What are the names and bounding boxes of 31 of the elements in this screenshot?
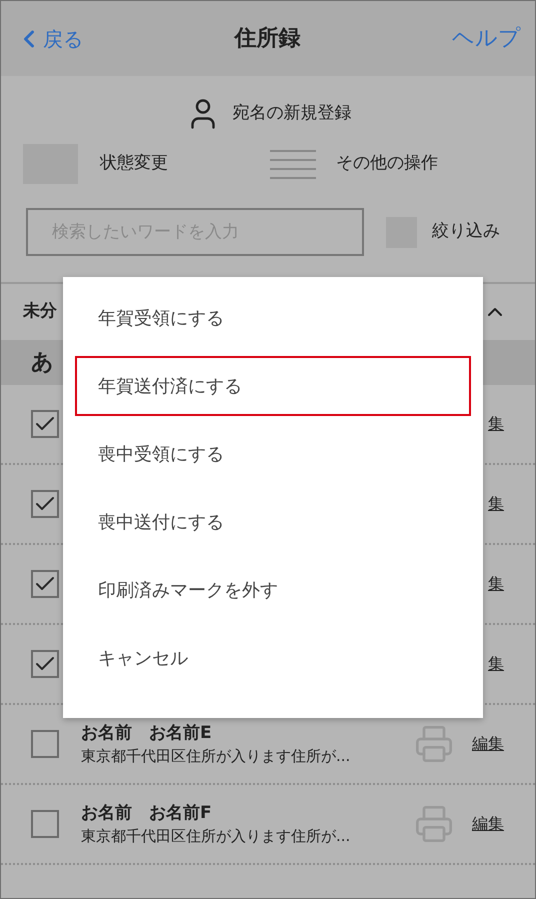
other-actions-button[interactable]: その他の操作 <box>336 151 438 177</box>
edit-link[interactable]: 編集 <box>472 732 504 756</box>
checkbox[interactable] <box>31 410 59 438</box>
contact-address: 東京都千代田区住所が入ります住所が... <box>81 826 352 847</box>
edit-link[interactable]: 集 <box>488 572 504 596</box>
menu-item[interactable]: 喪中送付にする <box>75 492 471 552</box>
edit-link[interactable]: 集 <box>488 652 504 676</box>
edit-link[interactable]: 編集 <box>472 812 504 836</box>
checkbox[interactable] <box>31 730 59 758</box>
contact-name: お名前 お名前E <box>81 722 213 745</box>
edit-link[interactable]: 集 <box>488 412 504 436</box>
contact-name: お名前 お名前F <box>81 802 213 825</box>
printer-icon <box>414 724 454 764</box>
printer-icon <box>414 804 454 844</box>
checkbox[interactable] <box>31 650 59 678</box>
edit-link[interactable]: 集 <box>488 492 504 516</box>
checkbox[interactable] <box>31 570 59 598</box>
menu-item[interactable]: 印刷済みマークを外す <box>75 560 471 620</box>
menu-item[interactable]: 年賀送付済にする <box>75 356 471 416</box>
index-letter: あ <box>31 349 54 377</box>
menu-item[interactable]: 年賀受領にする <box>75 288 471 348</box>
contact-address: 東京都千代田区住所が入ります住所が... <box>81 746 352 767</box>
filter-label: 絞り込み <box>432 220 500 244</box>
status-change-button[interactable]: 状態変更 <box>100 151 168 177</box>
group-title: 未分 <box>23 300 57 324</box>
checkbox[interactable] <box>31 810 59 838</box>
menu-item[interactable]: 喪中受領にする <box>75 424 471 484</box>
screen-title: 住所録 <box>234 25 300 53</box>
checkbox[interactable] <box>31 490 59 518</box>
new-entry-button[interactable]: 宛名の新規登録 <box>184 96 352 132</box>
menu-item[interactable]: キャンセル <box>75 628 471 688</box>
